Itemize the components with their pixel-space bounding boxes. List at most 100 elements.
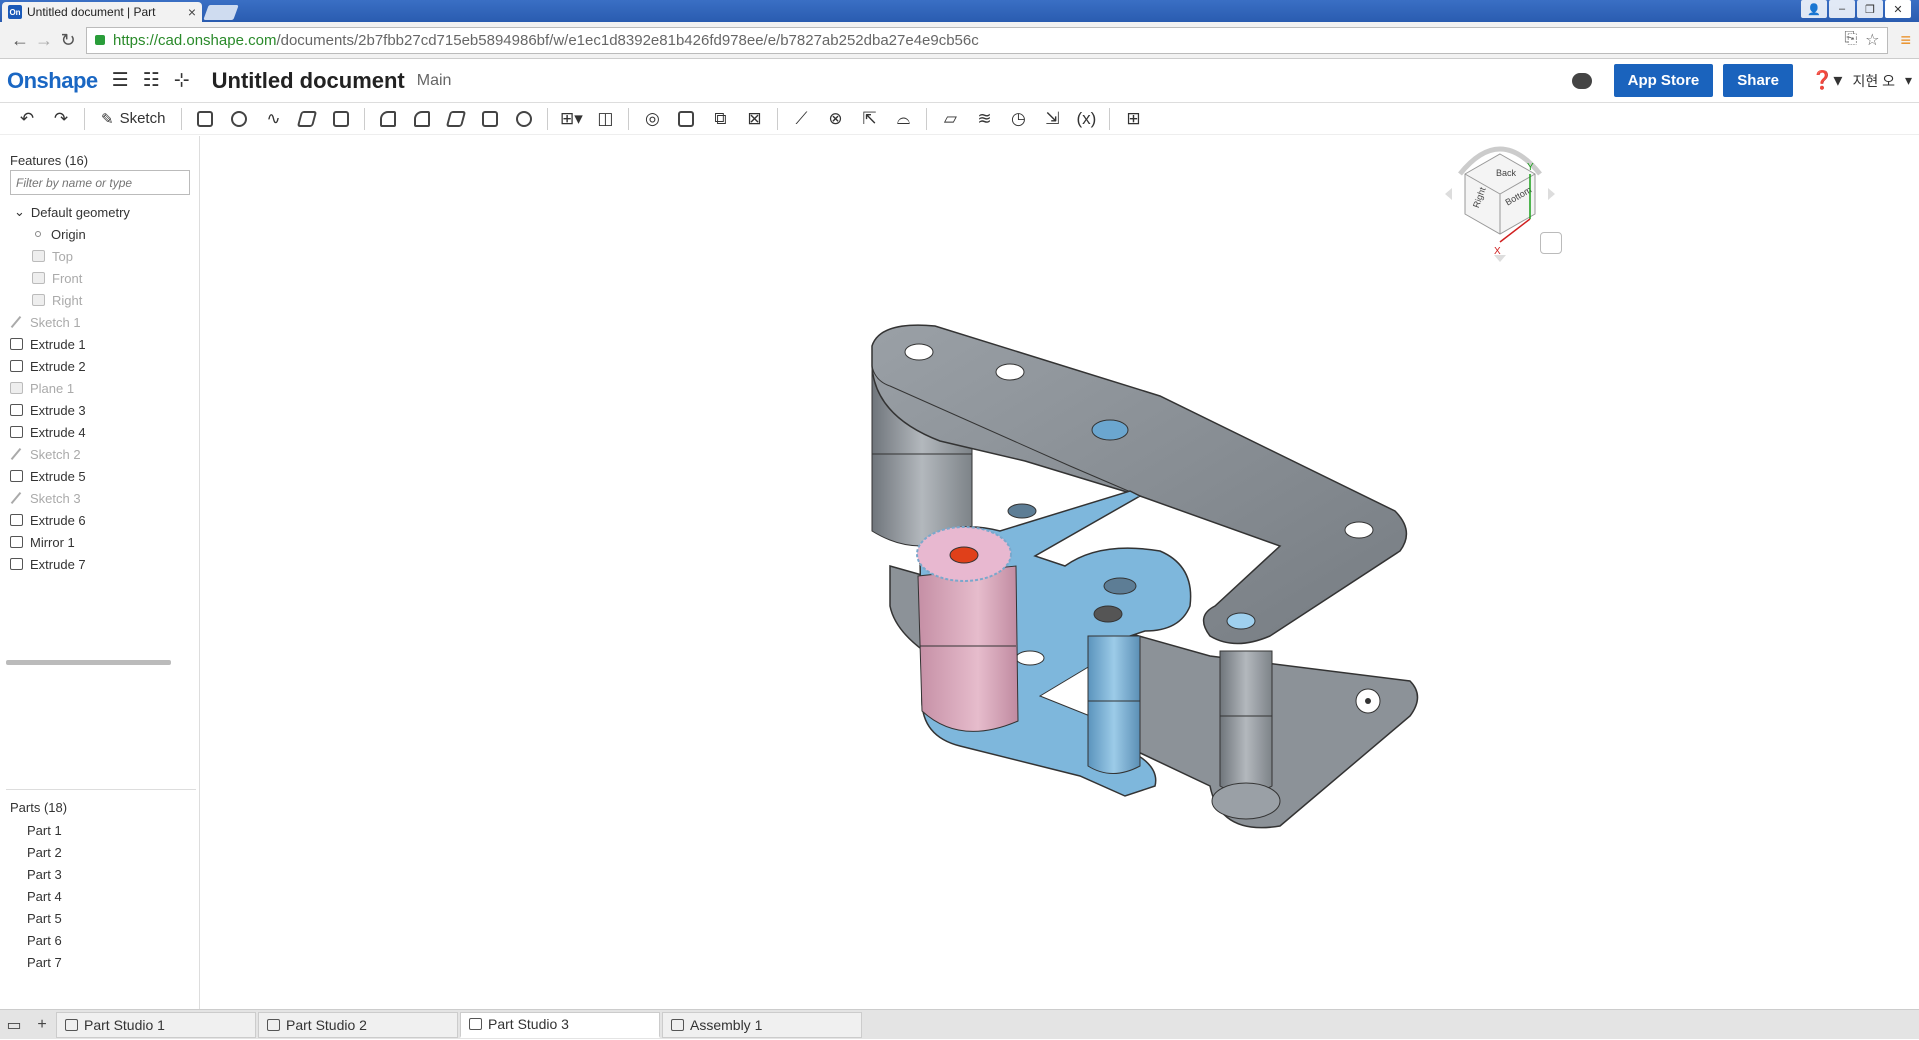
transform-icon[interactable]: ⧉ — [703, 105, 737, 133]
hamburger-menu-icon[interactable]: ☰ — [112, 69, 129, 92]
restore-icon[interactable]: ❐ — [1857, 0, 1883, 18]
part-item[interactable]: Part 3 — [27, 867, 62, 882]
mirror-icon[interactable]: ◫ — [588, 105, 622, 133]
mate-connector-icon[interactable]: ◷ — [1001, 105, 1035, 133]
pink-cylinder[interactable] — [917, 565, 1019, 732]
top-plate-hole-2[interactable] — [995, 363, 1025, 381]
feature-item[interactable]: Mirror 1 — [10, 531, 210, 553]
blue-link-hole-2[interactable] — [1015, 650, 1045, 666]
boolean-icon[interactable]: ◎ — [635, 105, 669, 133]
tab-part-studio-1[interactable]: Part Studio 1 — [56, 1011, 256, 1038]
tab-manager-icon[interactable]: ▭ — [0, 1010, 28, 1040]
feature-item[interactable]: Plane 1 — [10, 377, 210, 399]
feature-item[interactable]: Extrude 7 — [10, 553, 210, 575]
document-title[interactable]: Untitled document — [212, 68, 405, 94]
user-profile-icon[interactable]: 👤 — [1801, 0, 1827, 18]
back-icon[interactable]: ← — [8, 30, 32, 51]
default-geometry-group[interactable]: ⌄ Default geometry — [14, 201, 214, 223]
top-plate-hole-5[interactable] — [1226, 612, 1256, 630]
features-header[interactable]: Features (16) — [0, 153, 98, 168]
feature-list-icon[interactable]: ☷ — [143, 69, 160, 92]
minimize-icon[interactable]: – — [1829, 0, 1855, 18]
add-custom-feature-icon[interactable]: ⊞ — [1116, 105, 1150, 133]
delete-part-icon[interactable]: ⊠ — [737, 105, 771, 133]
part-item[interactable]: Part 5 — [27, 911, 62, 926]
feature-item[interactable]: Extrude 3 — [10, 399, 210, 421]
tab-part-studio-2[interactable]: Part Studio 2 — [258, 1011, 458, 1038]
replace-face-icon[interactable]: ⌓ — [886, 105, 920, 133]
blue-link-hole-1[interactable] — [1007, 503, 1037, 519]
move-face-icon[interactable]: ⇱ — [852, 105, 886, 133]
horizontal-scrollbar[interactable] — [6, 660, 171, 665]
draft-icon[interactable] — [439, 105, 473, 133]
graphics-viewport[interactable]: Back Right Bottom Y X — [200, 136, 1919, 1009]
extrude-icon[interactable] — [188, 105, 222, 133]
tab-assembly-1[interactable]: Assembly 1 — [662, 1011, 862, 1038]
new-tab-button[interactable] — [203, 5, 239, 20]
loft-icon[interactable] — [290, 105, 324, 133]
modify-fillet-icon[interactable]: ⟋ — [784, 105, 818, 133]
model-canvas[interactable] — [200, 136, 1919, 1009]
rotate-left-icon[interactable] — [1445, 188, 1452, 200]
chamfer-icon[interactable] — [405, 105, 439, 133]
undo-icon[interactable]: ↶ — [10, 105, 44, 133]
revolve-icon[interactable] — [222, 105, 256, 133]
browser-tab[interactable]: On Untitled document | Part × — [2, 2, 202, 22]
top-plate-hole-3[interactable] — [1091, 419, 1129, 441]
rotate-down-icon[interactable] — [1494, 255, 1506, 262]
feature-item[interactable]: Extrude 2 — [10, 355, 210, 377]
feature-filter-input[interactable] — [10, 170, 190, 195]
insert-icon[interactable]: ⊹ — [174, 69, 190, 92]
feature-item[interactable]: Extrude 6 — [10, 509, 210, 531]
translate-icon[interactable]: ⎘ — [1844, 30, 1857, 50]
rotate-right-icon[interactable] — [1548, 188, 1555, 200]
add-tab-icon[interactable]: + — [28, 1010, 56, 1040]
chevron-down-icon[interactable]: ⌄ — [14, 204, 25, 220]
hole-icon[interactable] — [507, 105, 541, 133]
parts-divider[interactable] — [6, 789, 196, 790]
blue-link-hole-3[interactable] — [1103, 577, 1137, 595]
part-item[interactable]: Part 2 — [27, 845, 62, 860]
delete-face-icon[interactable]: ⊗ — [818, 105, 852, 133]
feature-item[interactable]: Extrude 1 — [10, 333, 210, 355]
part-item[interactable]: Part 4 — [27, 889, 62, 904]
workspace-name[interactable]: Main — [417, 72, 452, 90]
feature-item[interactable]: Extrude 4 — [10, 421, 210, 443]
user-menu[interactable]: 지현 오 — [1852, 71, 1895, 91]
right-grey-post[interactable] — [1219, 650, 1273, 794]
part-item[interactable]: Part 7 — [27, 955, 62, 970]
fillet-icon[interactable] — [371, 105, 405, 133]
top-plate-hole-1[interactable] — [904, 343, 934, 361]
feature-item[interactable]: Extrude 5 — [10, 465, 210, 487]
share-button[interactable]: Share — [1723, 64, 1793, 97]
part-item[interactable]: Part 1 — [27, 823, 62, 838]
sweep-icon[interactable]: ∿ — [256, 105, 290, 133]
thicken-icon[interactable] — [324, 105, 358, 133]
shell-icon[interactable] — [473, 105, 507, 133]
view-options-cube-icon[interactable] — [1540, 232, 1562, 254]
view-cube-face-back[interactable]: Back — [1496, 168, 1517, 178]
split-icon[interactable] — [669, 105, 703, 133]
feature-item[interactable]: Sketch 2 — [10, 443, 210, 465]
blue-link-hole-4[interactable] — [1093, 605, 1123, 623]
part-item[interactable]: Part 6 — [27, 933, 62, 948]
close-window-icon[interactable]: ✕ — [1885, 0, 1911, 18]
url-input[interactable]: https://cad.onshape.com/documents/2b7fbb… — [86, 26, 1889, 54]
import-icon[interactable]: ⇲ — [1035, 105, 1069, 133]
sketch-button[interactable]: ✎ Sketch — [91, 110, 175, 128]
feature-item[interactable]: Sketch 3 — [10, 487, 210, 509]
parts-header[interactable]: Parts (18) — [0, 800, 77, 815]
comments-icon[interactable] — [1571, 72, 1592, 89]
top-plate-hole-4[interactable] — [1344, 521, 1374, 539]
onshape-logo[interactable]: Onshape — [7, 68, 98, 94]
pattern-icon[interactable]: ⊞▾ — [554, 105, 588, 133]
browser-menu-icon[interactable]: ≡ — [1900, 30, 1911, 51]
tab-part-studio-3[interactable]: Part Studio 3 — [460, 1011, 660, 1038]
app-store-button[interactable]: App Store — [1613, 64, 1714, 97]
help-icon[interactable]: ❓▾ — [1811, 70, 1842, 91]
bookmark-star-icon[interactable]: ☆ — [1865, 30, 1879, 50]
forward-icon[interactable]: → — [32, 30, 56, 51]
chevron-down-icon[interactable]: ▾ — [1905, 72, 1912, 89]
plane-icon[interactable]: ▱ — [933, 105, 967, 133]
redo-icon[interactable]: ↷ — [44, 105, 78, 133]
